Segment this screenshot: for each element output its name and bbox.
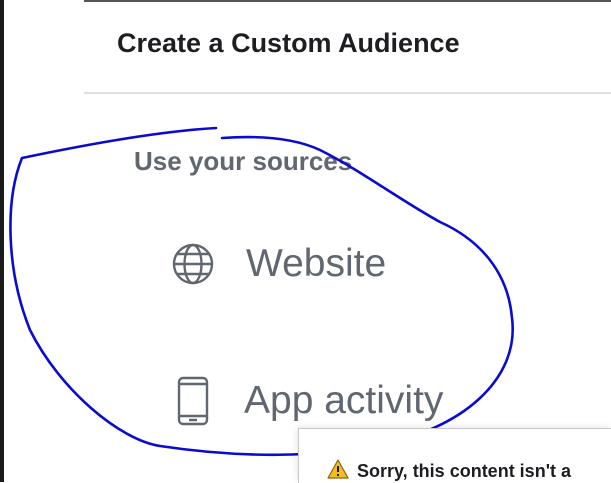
title-divider [84,92,611,94]
source-option-label: App activity [244,379,444,422]
source-option-website[interactable]: Website [170,234,386,294]
window-left-edge [0,0,4,482]
source-option-label: Website [246,242,387,285]
warning-icon [327,459,349,479]
section-heading: Use your sources [134,146,353,176]
mobile-phone-icon [170,376,216,426]
window-top-border [84,0,611,2]
dialog-title: Create a Custom Audience [117,28,460,58]
globe-icon [170,241,216,287]
error-message: Sorry, this content isn't a [357,461,571,481]
error-banner: Sorry, this content isn't a [298,428,611,483]
source-option-app-activity[interactable]: App activity [170,371,443,431]
